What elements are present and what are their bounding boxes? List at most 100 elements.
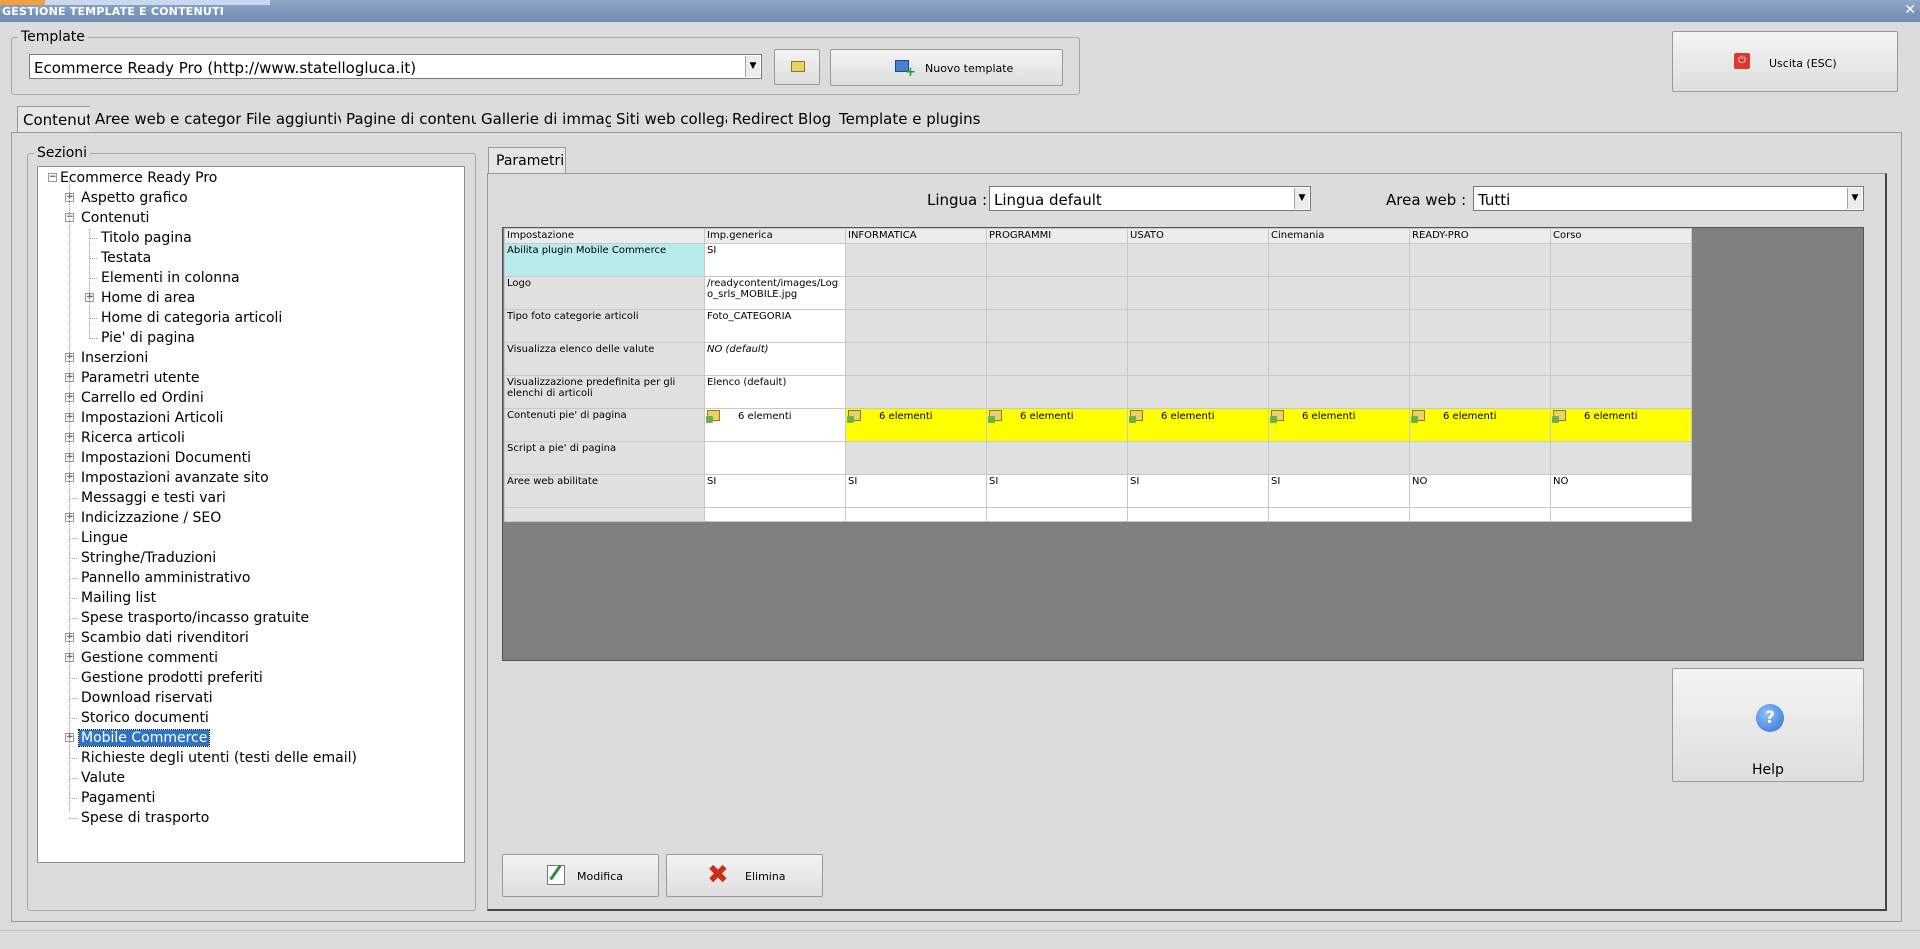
tree-node[interactable]: Contenuti — [79, 209, 151, 227]
table-cell[interactable] — [845, 342, 987, 376]
table-cell[interactable]: 6 elementi — [1550, 408, 1692, 442]
row-header-cell[interactable]: Abilita plugin Mobile Commerce — [504, 243, 705, 277]
tree-node[interactable]: Impostazioni Articoli — [79, 409, 225, 427]
tree-node[interactable]: Parametri utente — [79, 369, 202, 387]
table-cell[interactable] — [986, 243, 1128, 277]
table-cell[interactable] — [1127, 243, 1269, 277]
table-cell[interactable] — [1127, 375, 1269, 409]
edit-button[interactable]: Modifica — [502, 854, 659, 897]
table-cell[interactable]: 6 elementi — [1409, 408, 1551, 442]
table-cell[interactable] — [986, 276, 1128, 310]
table-cell[interactable] — [1550, 342, 1692, 376]
table-cell[interactable] — [986, 375, 1128, 409]
table-cell[interactable] — [1409, 441, 1551, 475]
table-cell[interactable]: SI — [1127, 474, 1269, 508]
tab-parametri[interactable]: Parametri — [488, 147, 566, 173]
tree-node[interactable]: Valute — [79, 769, 127, 787]
column-header[interactable]: Imp.generica — [704, 228, 846, 244]
new-template-button[interactable]: + Nuovo template — [830, 49, 1063, 86]
table-cell[interactable] — [1550, 441, 1692, 475]
column-header[interactable]: PROGRAMMI — [986, 228, 1128, 244]
table-cell[interactable] — [845, 309, 987, 343]
tree-node[interactable]: Stringhe/Traduzioni — [79, 549, 218, 567]
tab-pagine-contenuti[interactable]: Pagine di contenuti — [341, 106, 497, 132]
tree-node[interactable]: Aspetto grafico — [79, 189, 190, 207]
table-cell[interactable]: NO (default) — [704, 342, 846, 376]
column-header[interactable]: Impostazione — [504, 228, 705, 244]
table-cell[interactable]: SI — [1268, 474, 1410, 508]
tree-node[interactable]: Ecommerce Ready Pro — [58, 169, 219, 187]
lingua-select[interactable]: Lingua default ▼ — [989, 186, 1311, 211]
parameters-table[interactable]: Impostazione Imp.generica INFORMATICA PROGR… — [504, 228, 1692, 522]
table-cell[interactable]: /readycontent/images/Logo_srls_MOBILE.jp… — [704, 276, 846, 310]
tree-node[interactable]: Indicizzazione / SEO — [79, 509, 223, 527]
table-cell[interactable] — [1127, 441, 1269, 475]
table-cell[interactable] — [704, 441, 846, 475]
row-header-cell[interactable]: Contenuti pie' di pagina — [504, 408, 705, 442]
table-cell[interactable] — [845, 276, 987, 310]
table-cell[interactable] — [1268, 441, 1410, 475]
tree-node[interactable]: Home di categoria articoli — [99, 309, 284, 327]
template-select[interactable]: Ecommerce Ready Pro (http://www.statello… — [29, 54, 762, 79]
table-cell[interactable] — [1409, 276, 1551, 310]
tab-file-aggiuntivi[interactable]: File aggiuntivi — [241, 106, 357, 132]
table-cell[interactable] — [704, 507, 846, 522]
table-cell[interactable] — [845, 507, 987, 522]
exit-button[interactable]: ⏻ Uscita (ESC) — [1672, 31, 1898, 92]
tree-node[interactable]: Storico documenti — [79, 709, 211, 727]
row-header-cell[interactable]: Logo — [504, 276, 705, 310]
open-folder-button[interactable] — [774, 49, 820, 85]
table-cell[interactable]: SI — [704, 243, 846, 277]
table-cell[interactable]: Elenco (default) — [704, 375, 846, 409]
table-row[interactable] — [504, 507, 1692, 522]
row-header-cell[interactable]: Visualizzazione predefinita per gli elen… — [504, 375, 705, 409]
tree-node[interactable]: Lingue — [79, 529, 130, 547]
tab-blog[interactable]: Blog — [793, 106, 838, 132]
help-button[interactable]: ? Help — [1672, 668, 1864, 782]
table-cell[interactable] — [845, 441, 987, 475]
row-header-cell[interactable]: Script a pie' di pagina — [504, 441, 705, 475]
collapse-icon[interactable]: − — [48, 173, 57, 182]
table-cell[interactable] — [1127, 309, 1269, 343]
column-header[interactable]: USATO — [1127, 228, 1269, 244]
table-cell[interactable] — [1550, 276, 1692, 310]
table-cell[interactable] — [1127, 507, 1269, 522]
table-cell[interactable]: 6 elementi — [1127, 408, 1269, 442]
table-cell[interactable] — [1550, 243, 1692, 277]
table-cell[interactable] — [1409, 342, 1551, 376]
table-cell[interactable]: 6 elementi — [986, 408, 1128, 442]
table-row[interactable]: Logo/readycontent/images/Logo_srls_MOBIL… — [504, 276, 1692, 310]
tree-node[interactable]: Download riservati — [79, 689, 215, 707]
table-cell[interactable] — [1409, 243, 1551, 277]
table-cell[interactable]: 6 elementi — [1268, 408, 1410, 442]
table-cell[interactable]: SI — [704, 474, 846, 508]
table-cell[interactable] — [1127, 342, 1269, 376]
table-cell[interactable] — [1268, 276, 1410, 310]
column-header[interactable]: Corso — [1550, 228, 1692, 244]
tree-node[interactable]: Mobile Commerce — [77, 729, 211, 747]
table-cell[interactable] — [986, 441, 1128, 475]
tree-node[interactable]: Pie' di pagina — [99, 329, 197, 347]
table-row[interactable]: Visualizzazione predefinita per gli elen… — [504, 375, 1692, 409]
chevron-down-icon[interactable]: ▼ — [1847, 188, 1862, 209]
tree-node[interactable]: Gestione commenti — [79, 649, 220, 667]
table-cell[interactable]: SI — [986, 474, 1128, 508]
table-row[interactable]: Script a pie' di pagina — [504, 441, 1692, 475]
table-cell[interactable] — [1268, 309, 1410, 343]
table-cell[interactable] — [986, 342, 1128, 376]
table-cell[interactable] — [986, 507, 1128, 522]
tree-node[interactable]: Elementi in colonna — [99, 269, 242, 287]
table-cell[interactable] — [845, 375, 987, 409]
sections-tree[interactable]: Ecommerce Ready Pro − Aspetto grafico + Cont… — [37, 166, 465, 863]
table-cell[interactable]: Foto_CATEGORIA — [704, 309, 846, 343]
table-row[interactable]: Aree web abilitate SI SI SI SI SI NO NO — [504, 474, 1692, 508]
tree-node[interactable]: Messaggi e testi vari — [79, 489, 228, 507]
chevron-down-icon[interactable]: ▼ — [745, 56, 760, 77]
table-row[interactable]: Tipo foto categorie articoli Foto_CATEGOR… — [504, 309, 1692, 343]
table-cell[interactable] — [1268, 342, 1410, 376]
tab-redirect[interactable]: Redirect — [727, 106, 800, 132]
tree-node[interactable]: Pannello amministrativo — [79, 569, 252, 587]
tree-node[interactable]: Ricerca articoli — [79, 429, 187, 447]
table-cell[interactable]: 6 elementi — [845, 408, 987, 442]
tree-node[interactable]: Titolo pagina — [99, 229, 194, 247]
